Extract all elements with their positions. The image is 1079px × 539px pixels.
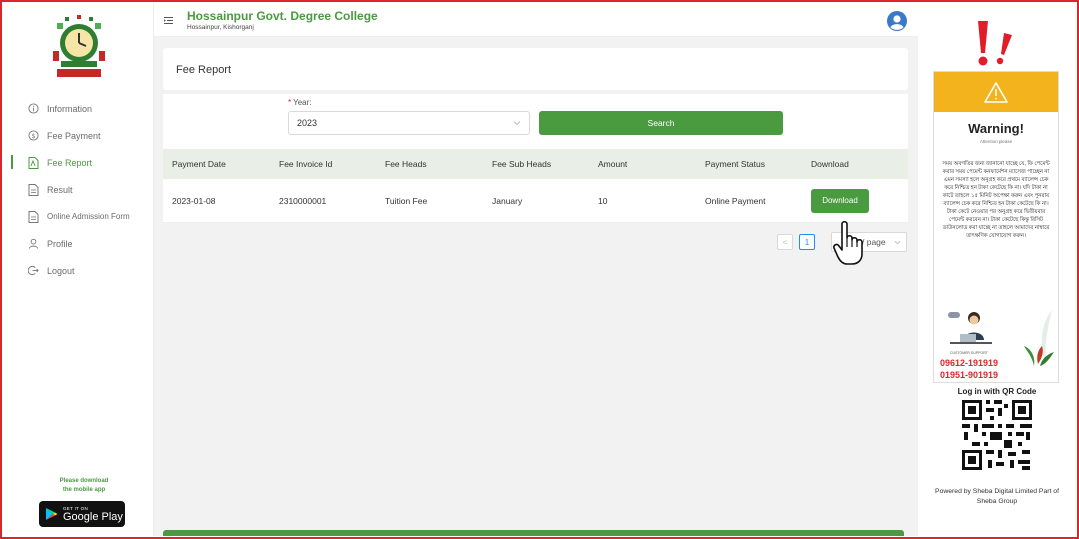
sidebar: Information $ Fee Payment Fee Report Res… xyxy=(3,3,154,536)
college-logo xyxy=(53,15,105,77)
sidebar-item-fee-report[interactable]: Fee Report xyxy=(3,149,154,176)
svg-text:$: $ xyxy=(31,132,35,140)
support-phone-numbers: 09612-191919 01951-901919 xyxy=(940,357,998,381)
column-header: Amount xyxy=(598,159,628,169)
sidebar-item-label: Information xyxy=(47,103,93,114)
search-button[interactable]: Search xyxy=(539,111,783,135)
sidebar-item-label: Profile xyxy=(47,238,73,249)
file-text-icon xyxy=(27,183,39,196)
store-big-label: Google Play xyxy=(63,510,123,523)
column-header: Fee Invoice Id xyxy=(279,159,333,169)
user-avatar-icon[interactable] xyxy=(887,11,907,31)
warning-body: সময় অবগতির জন্য জানানো যাচ্ছে যে, ফি পে… xyxy=(942,161,1050,239)
required-mark: * xyxy=(288,98,292,107)
sidebar-nav: Information $ Fee Payment Fee Report Res… xyxy=(3,95,154,284)
sidebar-item-label: Online Admission Form xyxy=(47,212,130,221)
mobile-app-promo: Please download the mobile app GET IT ON… xyxy=(39,477,129,527)
warning-card: Warning! Attention please সময় অবগতির জন… xyxy=(933,71,1059,383)
google-play-badge[interactable]: GET IT ON Google Play xyxy=(39,501,125,527)
hand-pointer-cursor-icon xyxy=(833,220,863,265)
right-panel: Warning! Attention please সময় অবগতির জন… xyxy=(918,3,1076,536)
column-header: Payment Status xyxy=(705,159,766,169)
pagination-prev-button[interactable]: < xyxy=(777,234,793,250)
user-icon xyxy=(27,238,39,250)
support-caption: CUSTOMER SUPPORT xyxy=(950,351,988,355)
warning-triangle-icon xyxy=(984,81,1008,103)
payment-status-cell: Online Payment xyxy=(705,195,766,206)
fee-report-table: Payment Date Fee Invoice Id Fee Heads Fe… xyxy=(163,149,908,223)
table-row: 2023-01-08 2310000001 Tuition Fee Januar… xyxy=(163,179,908,223)
year-select[interactable]: 2023 xyxy=(288,111,530,135)
payment-date-cell: 2023-01-08 xyxy=(172,195,216,206)
logout-icon xyxy=(27,265,39,277)
chevron-down-icon xyxy=(513,121,521,126)
fee-head-cell: Tuition Fee xyxy=(385,195,428,206)
year-label: * Year: xyxy=(288,98,312,107)
college-name: Hossainpur Govt. Degree College xyxy=(187,9,378,23)
warning-subtitle: Attention please xyxy=(979,139,1013,144)
pagination-page-1[interactable]: 1 xyxy=(799,234,815,250)
qr-code-icon[interactable] xyxy=(960,398,1034,472)
search-form: * Year: 2023 Search xyxy=(163,94,908,149)
phone-number-1: 09612-191919 xyxy=(940,358,999,368)
sidebar-item-fee-payment[interactable]: $ Fee Payment xyxy=(3,122,154,149)
chevron-down-icon xyxy=(894,240,901,245)
footer-bar xyxy=(163,530,904,536)
sidebar-item-result[interactable]: Result xyxy=(3,176,154,203)
fee-sub-head-cell: January xyxy=(492,195,523,206)
app-promo-text-line1: Please download xyxy=(59,478,109,484)
invoice-id-cell: 2310000001 xyxy=(279,195,327,206)
menu-fold-icon[interactable] xyxy=(164,16,173,25)
college-location: Hossainpur, Kishorganj xyxy=(187,24,254,31)
sidebar-item-label: Fee Payment xyxy=(47,130,101,141)
sidebar-item-label: Logout xyxy=(47,265,75,276)
sidebar-item-profile[interactable]: Profile xyxy=(3,230,154,257)
year-label-text: Year: xyxy=(293,98,312,107)
plant-illustration xyxy=(1024,310,1054,366)
column-header: Fee Sub Heads xyxy=(492,159,552,169)
year-select-value: 2023 xyxy=(297,118,318,128)
amount-cell: 10 xyxy=(598,195,608,206)
phone-number-2: 01951-901919 xyxy=(940,370,999,380)
column-header: Fee Heads xyxy=(385,159,427,169)
column-header: Payment Date xyxy=(172,159,226,169)
column-header: Download xyxy=(811,159,849,169)
download-button[interactable]: Download xyxy=(811,188,869,213)
warning-banner xyxy=(934,72,1058,112)
file-pdf-icon xyxy=(27,156,39,169)
file-text-icon xyxy=(27,210,39,223)
page-title: Fee Report xyxy=(176,64,232,76)
qr-login-title: Log in with QR Code xyxy=(957,387,1037,396)
download-cell: Download xyxy=(802,188,908,213)
info-icon xyxy=(27,103,39,115)
sidebar-item-label: Result xyxy=(47,184,73,195)
sidebar-item-logout[interactable]: Logout xyxy=(3,257,154,284)
table-header: Payment Date Fee Invoice Id Fee Heads Fe… xyxy=(163,149,908,179)
app-promo-text-line2: the mobile app xyxy=(62,487,106,493)
exclamation-marks-icon xyxy=(978,21,1012,66)
page-size-label: / page xyxy=(862,237,886,247)
sidebar-item-information[interactable]: Information xyxy=(3,95,154,122)
top-bar: Hossainpur Govt. Degree College Hossainp… xyxy=(154,3,918,37)
customer-support-illustration xyxy=(948,312,992,344)
sidebar-item-online-admission-form[interactable]: Online Admission Form xyxy=(3,203,154,230)
page-title-card: Fee Report xyxy=(163,48,908,90)
google-play-icon xyxy=(46,508,58,520)
dollar-circle-icon: $ xyxy=(27,130,39,142)
main-content: Hossainpur Govt. Degree College Hossainp… xyxy=(154,3,918,536)
warning-title: Warning! xyxy=(968,121,1024,136)
sidebar-item-label: Fee Report xyxy=(47,157,93,168)
powered-by-text: Powered by Sheba Digital Limited Part of… xyxy=(935,488,1059,505)
